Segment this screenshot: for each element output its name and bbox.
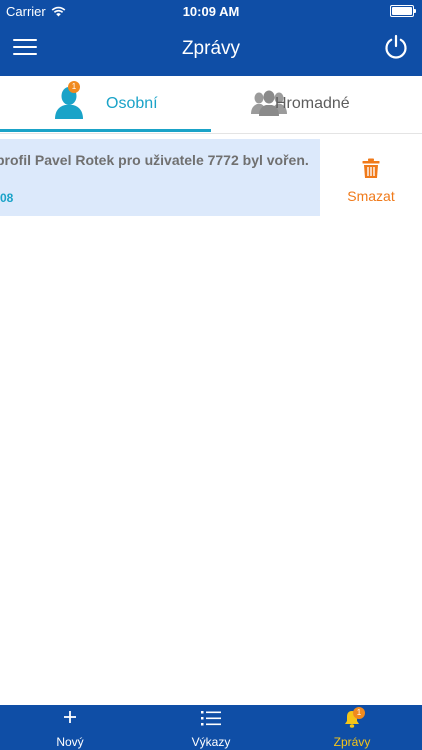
message-item[interactable]: profil Pavel Rotek pro uživatele 7772 by… bbox=[0, 139, 320, 216]
list-icon bbox=[201, 711, 221, 726]
message-time: :08 bbox=[0, 191, 14, 205]
page-title: Zprávy bbox=[181, 38, 241, 59]
nav-messages-label: Zprávy bbox=[333, 735, 371, 749]
messages-badge: 1 bbox=[353, 707, 365, 719]
tab-bulk[interactable]: Hromadné bbox=[211, 76, 422, 133]
status-time: 10:09 AM bbox=[182, 4, 240, 19]
battery-icon bbox=[390, 5, 416, 17]
personal-badge: 1 bbox=[68, 81, 80, 93]
trash-icon bbox=[362, 158, 380, 178]
nav-reports[interactable]: Výkazy bbox=[141, 705, 281, 750]
message-tabs: 1 Osobní Hromadné bbox=[0, 76, 422, 134]
status-bar: Carrier 10:09 AM bbox=[0, 0, 422, 22]
nav-new-label: Nový bbox=[56, 735, 84, 749]
power-icon[interactable] bbox=[383, 34, 409, 60]
tab-personal[interactable]: 1 Osobní bbox=[0, 76, 211, 133]
app-header: Carrier 10:09 AM Zprávy bbox=[0, 0, 422, 76]
nav-messages[interactable]: 1 Zprávy bbox=[282, 705, 422, 750]
message-text: profil Pavel Rotek pro uživatele 7772 by… bbox=[0, 152, 309, 168]
nav-new[interactable]: Nový bbox=[0, 705, 140, 750]
delete-button[interactable]: Smazat bbox=[330, 158, 412, 204]
delete-label: Smazat bbox=[347, 188, 395, 204]
plus-icon bbox=[64, 711, 76, 723]
tab-personal-label: Osobní bbox=[106, 95, 158, 112]
tab-selected-indicator bbox=[0, 129, 211, 132]
nav-reports-label: Výkazy bbox=[191, 735, 231, 749]
tab-bulk-label: Hromadné bbox=[275, 95, 350, 112]
bottom-navigation: Nový Výkazy 1 Zprávy bbox=[0, 705, 422, 750]
